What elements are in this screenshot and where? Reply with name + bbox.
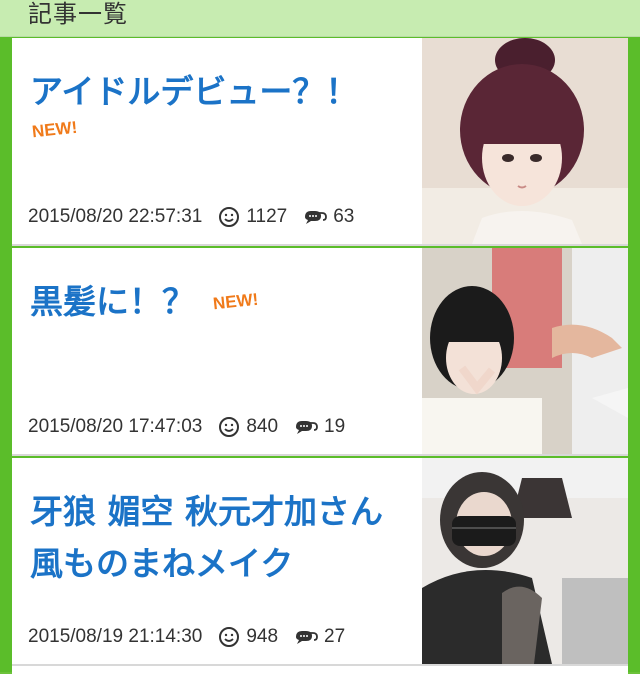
article-datetime: 2015/08/20 17:47:03: [28, 416, 203, 437]
article-item[interactable]: 牙狼 媚空 秋元才加さん風ものまねメイク 2015/08/19 21:14:30…: [12, 458, 628, 666]
comment-count-group: 27: [294, 626, 345, 648]
article-item[interactable]: 黒髪に！？ NEW! 2015/08/20 17:47:03 840 19: [12, 248, 628, 456]
article-title-text[interactable]: 牙狼 媚空 秋元才加さん風ものまねメイク: [30, 492, 383, 583]
article-title[interactable]: 牙狼 媚空 秋元才加さん風ものまねメイク: [30, 486, 410, 590]
section-title: 記事一覧: [28, 0, 128, 28]
next-article-edge: [12, 666, 628, 674]
speech-bubble-icon: [296, 631, 318, 644]
comment-count: 27: [324, 626, 346, 647]
new-badge-wrap: NEW!: [31, 117, 79, 142]
view-count-group: 1127: [218, 206, 287, 228]
smiley-face-icon: [219, 207, 240, 227]
article-title-text[interactable]: 黒髪に！？: [30, 282, 195, 321]
new-badge: NEW!: [31, 117, 79, 142]
page-frame: 記事一覧 アイドルデビュー？！ NEW! 2015/08/20 22:57:31: [0, 0, 640, 674]
view-count: 840: [246, 416, 279, 437]
article-datetime: 2015/08/19 21:14:30: [28, 626, 203, 647]
article-thumbnail[interactable]: [422, 38, 628, 244]
comment-count: 63: [333, 206, 355, 227]
section-header: 記事一覧: [0, 0, 640, 37]
article-item[interactable]: アイドルデビュー？！ NEW! 2015/08/20 22:57:31 1127: [12, 38, 628, 246]
comment-count-group: 63: [303, 206, 354, 228]
article-datetime: 2015/08/20 22:57:31: [28, 206, 203, 227]
article-thumbnail[interactable]: [422, 248, 628, 454]
view-count-group: 840: [218, 416, 278, 438]
view-count: 1127: [246, 206, 288, 227]
article-title-text[interactable]: アイドルデビュー？！: [30, 72, 358, 111]
article-meta: 2015/08/20 22:57:31 1127 63: [28, 206, 354, 228]
article-meta: 2015/08/19 21:14:30 948 27: [28, 626, 345, 648]
article-meta: 2015/08/20 17:47:03 840 19: [28, 416, 345, 438]
article-list: アイドルデビュー？！ NEW! 2015/08/20 22:57:31 1127: [12, 38, 628, 666]
view-count-group: 948: [218, 626, 278, 648]
view-count: 948: [246, 626, 279, 647]
speech-bubble-icon: [305, 211, 328, 224]
speech-bubble-icon: [296, 421, 318, 434]
comment-count: 19: [324, 416, 346, 437]
smiley-face-icon: [219, 417, 240, 437]
article-title[interactable]: 黒髪に！？ NEW!: [30, 276, 410, 328]
smiley-face-icon: [219, 627, 240, 647]
comment-count-group: 19: [294, 416, 345, 438]
article-thumbnail[interactable]: [422, 458, 628, 664]
new-badge: NEW!: [212, 289, 260, 314]
article-title[interactable]: アイドルデビュー？！: [30, 66, 410, 118]
